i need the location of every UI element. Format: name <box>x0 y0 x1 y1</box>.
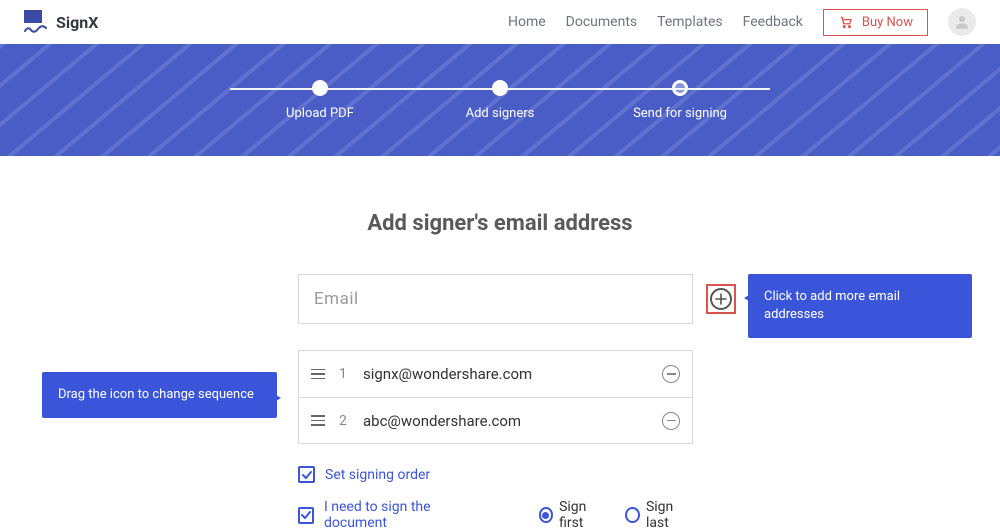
checkbox-self-sign[interactable] <box>298 507 314 524</box>
main-nav: Home Documents Templates Feedback Buy No… <box>508 8 976 36</box>
add-email-highlight <box>706 284 736 314</box>
option-signing-order-label: Set signing order <box>325 467 430 483</box>
drag-handle-icon[interactable] <box>311 415 325 426</box>
radio-sign-first[interactable] <box>539 507 554 523</box>
option-self-sign-label: I need to sign the document <box>324 499 479 531</box>
radio-sign-last[interactable] <box>625 507 640 523</box>
step-send-label: Send for signing <box>633 106 727 121</box>
nav-feedback[interactable]: Feedback <box>743 14 803 30</box>
hint-drag-sequence: Drag the icon to change sequence <box>42 372 277 418</box>
brand-logo-icon <box>24 10 48 34</box>
step-upload-dot <box>312 80 328 96</box>
step-signers-dot <box>492 80 508 96</box>
nav-templates[interactable]: Templates <box>657 14 723 30</box>
signer-order: 1 <box>339 366 349 382</box>
drag-handle-icon[interactable] <box>311 369 325 380</box>
minus-icon <box>667 420 676 422</box>
buy-now-label: Buy Now <box>862 15 913 30</box>
step-send: Send for signing <box>590 80 770 121</box>
signer-row: 1 signx@wondershare.com <box>299 351 692 397</box>
buy-now-button[interactable]: Buy Now <box>823 9 928 36</box>
option-self-sign: I need to sign the document Sign first S… <box>298 499 693 531</box>
check-icon <box>300 509 312 521</box>
plus-icon <box>715 293 727 305</box>
check-icon <box>301 469 313 481</box>
remove-signer-button[interactable] <box>662 412 680 430</box>
checkbox-signing-order[interactable] <box>298 466 315 483</box>
signer-order: 2 <box>339 413 349 429</box>
step-upload: Upload PDF <box>230 80 410 121</box>
minus-icon <box>667 373 676 375</box>
step-signers-label: Add signers <box>466 106 535 121</box>
step-upload-label: Upload PDF <box>286 106 354 121</box>
page-title: Add signer's email address <box>0 211 1000 236</box>
signer-email: signx@wondershare.com <box>363 365 532 383</box>
add-email-button[interactable] <box>710 288 732 310</box>
user-avatar[interactable] <box>948 8 976 36</box>
top-bar: SignX Home Documents Templates Feedback … <box>0 0 1000 44</box>
brand-logo[interactable]: SignX <box>24 10 98 34</box>
avatar-icon <box>953 13 971 31</box>
email-input[interactable] <box>298 274 693 324</box>
option-signing-order: Set signing order <box>298 466 693 483</box>
nav-home[interactable]: Home <box>508 14 546 30</box>
nav-documents[interactable]: Documents <box>566 14 637 30</box>
radio-sign-first-label: Sign first <box>559 499 607 531</box>
step-signers: Add signers <box>410 80 590 121</box>
signer-list: 1 signx@wondershare.com 2 abc@wondershar… <box>298 350 693 444</box>
progress-strip: Upload PDF Add signers Send for signing <box>0 44 1000 156</box>
hint-add-email: Click to add more email addresses <box>748 274 972 338</box>
signer-email: abc@wondershare.com <box>363 412 521 430</box>
brand-name: SignX <box>56 13 98 32</box>
cart-icon <box>838 15 854 29</box>
radio-sign-last-label: Sign last <box>646 499 693 531</box>
signer-row: 2 abc@wondershare.com <box>299 397 692 443</box>
remove-signer-button[interactable] <box>662 365 680 383</box>
step-send-dot <box>672 80 688 96</box>
